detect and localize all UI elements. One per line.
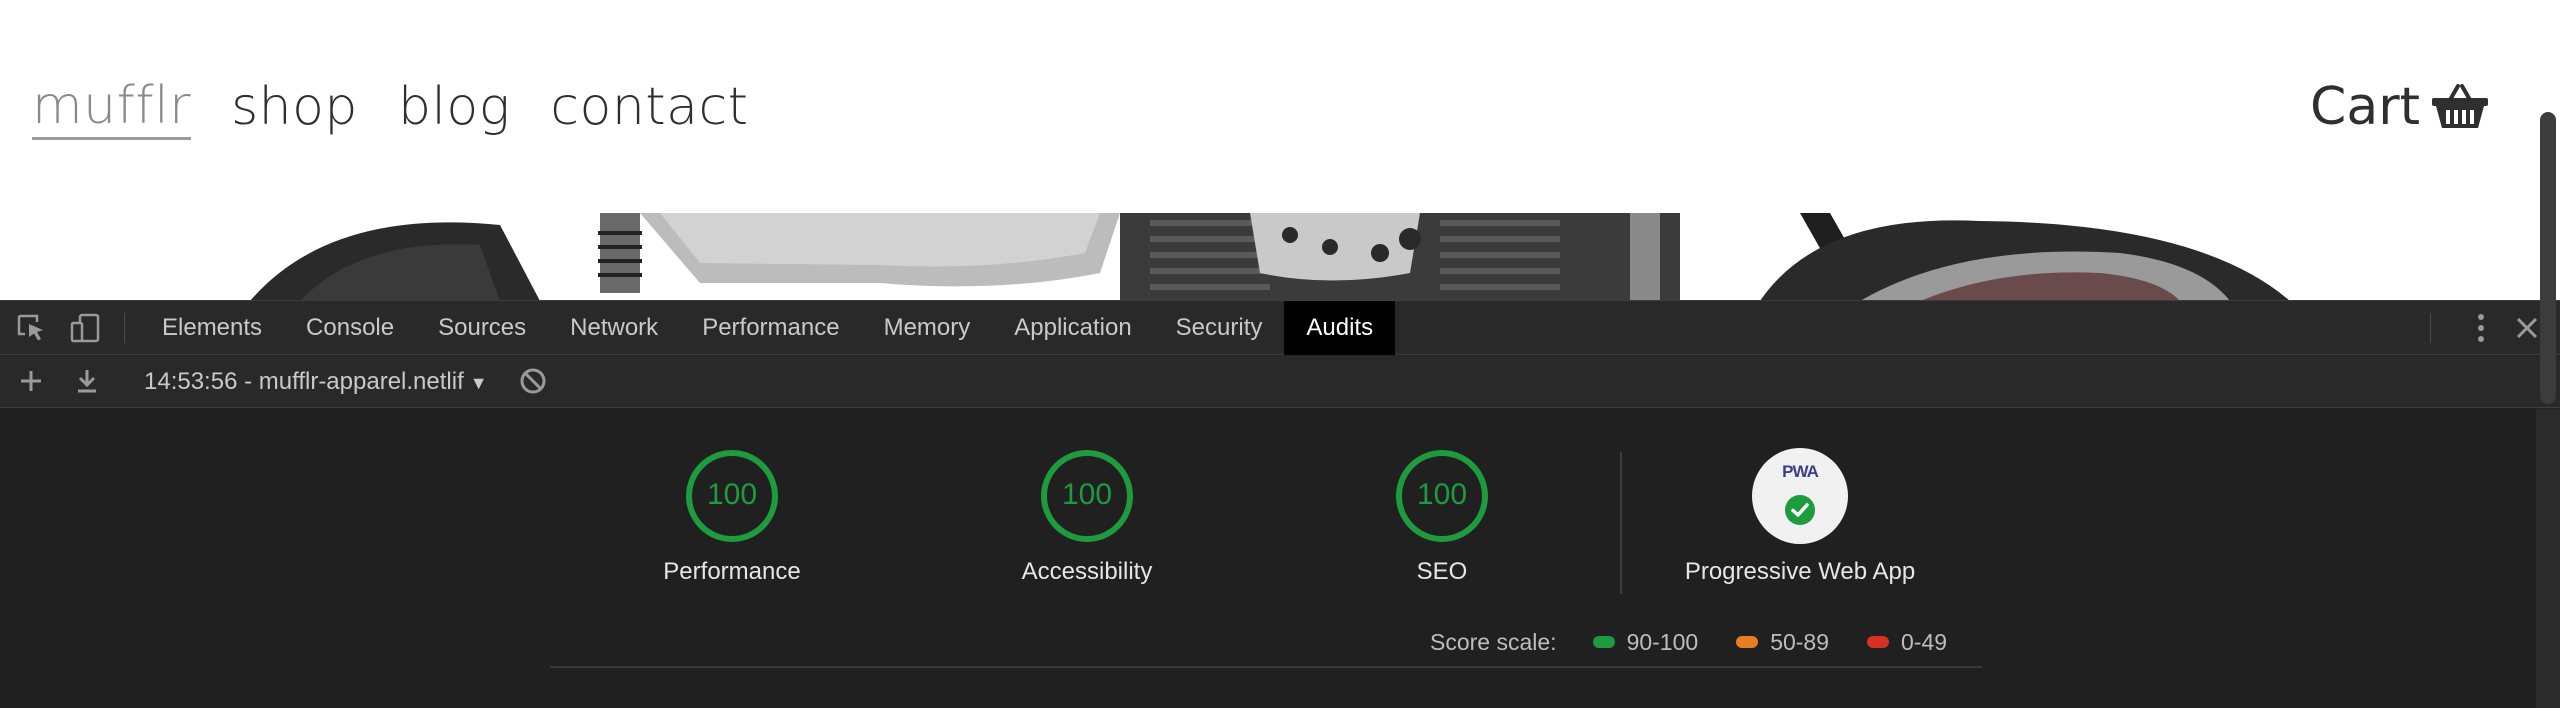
inspect-element-icon[interactable]	[16, 313, 48, 343]
score-range-label: 90-100	[1626, 628, 1699, 655]
audit-report	[0, 409, 2536, 708]
check-circle-icon	[1785, 495, 1815, 525]
category-divider	[1620, 452, 1622, 594]
block-icon[interactable]	[518, 366, 548, 396]
nav-link-shop[interactable]: shop	[231, 72, 358, 142]
score-scale-pass: 90-100	[1592, 628, 1699, 656]
tab-audits[interactable]: Audits	[1284, 301, 1396, 355]
devtools-panel: Elements Console Sources Network Perform…	[0, 300, 2560, 708]
tab-application[interactable]: Application	[992, 301, 1153, 355]
pwa-badge: PWA	[1752, 448, 1848, 544]
tab-security[interactable]: Security	[1154, 301, 1285, 355]
nav-link-contact[interactable]: contact	[550, 72, 748, 142]
score-scale: Score scale: 90-100 50-89 0-49	[1430, 624, 1985, 660]
chevron-down-icon: ▼	[469, 373, 488, 393]
download-icon[interactable]	[72, 366, 102, 396]
score-scale-average: 50-89	[1736, 629, 1829, 656]
tab-network[interactable]: Network	[548, 301, 680, 355]
device-toolbar-icon[interactable]	[70, 313, 102, 343]
report-select-value: 14:53:56 - mufflr-apparel.netlif	[144, 368, 464, 395]
score-range-label: 50-89	[1770, 628, 1830, 655]
pwa-label: Progressive Web App	[1684, 558, 1916, 585]
nav-link-blog[interactable]: blog	[398, 72, 510, 142]
score-gauge-seo[interactable]: 100 SEO	[1312, 448, 1572, 586]
tab-elements[interactable]: Elements	[140, 301, 284, 355]
score-value: 100	[706, 478, 758, 511]
score-value: 100	[1416, 478, 1468, 511]
toolbar-divider	[2430, 313, 2431, 343]
score-label: Accessibility	[1021, 558, 1153, 585]
score-range-label: 0-49	[1901, 628, 1948, 655]
site-header: mufflr shop blog contact Cart	[0, 0, 2560, 213]
tab-performance[interactable]: Performance	[680, 301, 861, 355]
devtools-tab-bar: Elements Console Sources Network Perform…	[0, 301, 2560, 355]
motorcycle-image	[250, 213, 2290, 301]
plus-icon[interactable]	[16, 366, 46, 396]
score-value: 100	[1061, 478, 1113, 511]
basket-icon	[2432, 84, 2488, 128]
hero-image	[0, 213, 2560, 301]
score-label: Performance	[663, 558, 801, 585]
green-dot-icon	[1592, 636, 1615, 648]
report-select[interactable]: 14:53:56 - mufflr-apparel.netlif ▼	[144, 356, 488, 408]
orange-dot-icon	[1736, 636, 1759, 648]
close-icon[interactable]	[2512, 313, 2542, 343]
cart-label: Cart	[2310, 77, 2420, 137]
score-gauge-accessibility[interactable]: 100 Accessibility	[957, 448, 1217, 586]
tab-memory[interactable]: Memory	[862, 301, 993, 355]
scrollbar-thumb[interactable]	[2540, 112, 2556, 404]
toolbar-divider	[124, 313, 125, 343]
red-dot-icon	[1867, 636, 1890, 648]
tab-console[interactable]: Console	[284, 301, 416, 355]
score-scale-fail: 0-49	[1867, 629, 1947, 656]
pwa-logo: PWA	[1782, 462, 1819, 481]
score-scale-title: Score scale:	[1430, 628, 1557, 655]
devtools-tabs: Elements Console Sources Network Perform…	[140, 301, 1396, 355]
main-nav: mufflr shop blog contact	[32, 72, 789, 142]
more-options-icon[interactable]	[2474, 311, 2488, 345]
section-divider	[550, 666, 1982, 668]
score-label: SEO	[1416, 558, 1468, 585]
nav-link-home[interactable]: mufflr	[32, 75, 192, 140]
cart-link[interactable]: Cart	[2310, 72, 2488, 142]
score-gauge-performance[interactable]: 100 Performance	[602, 448, 862, 586]
tab-sources[interactable]: Sources	[416, 301, 548, 355]
audits-toolbar: 14:53:56 - mufflr-apparel.netlif ▼	[0, 356, 2560, 408]
scrollbar[interactable]	[2536, 409, 2560, 708]
pwa-badge-group[interactable]: PWA Progressive Web App	[1650, 448, 1950, 586]
